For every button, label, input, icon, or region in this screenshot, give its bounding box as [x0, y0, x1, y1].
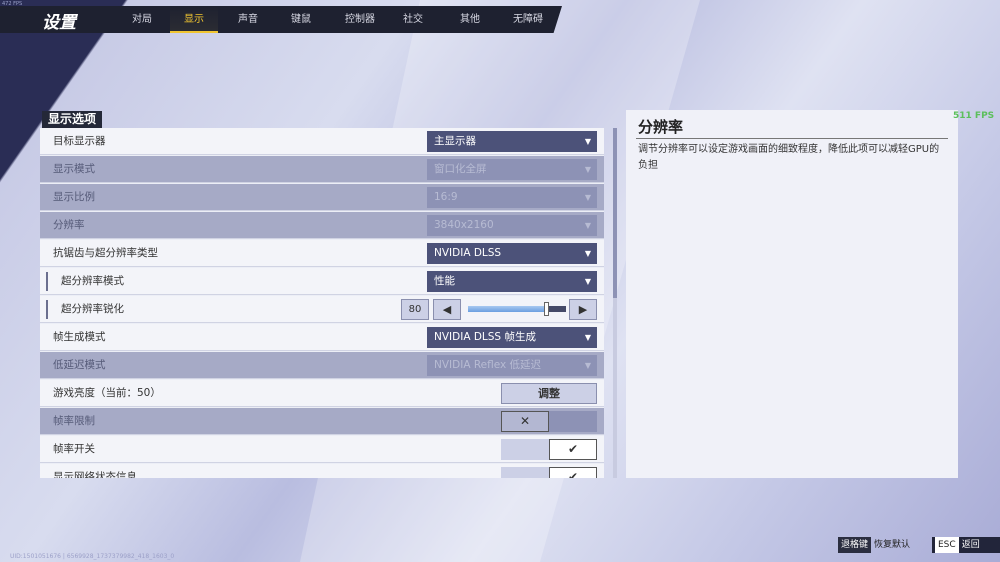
chevron-down-icon: ▼: [584, 277, 591, 286]
setting-row: 目标显示器 主显示器 ▼: [40, 128, 604, 155]
setting-label: 分辨率: [53, 219, 85, 231]
chevron-down-icon: ▼: [584, 221, 591, 230]
setting-row: 游戏亮度（当前：50） 调整: [40, 380, 604, 407]
uid-text: UID:1501051676 | 6569928_1737379982_418_…: [10, 553, 175, 560]
x-icon: ✕: [501, 411, 549, 432]
tab-4[interactable]: 控制器: [332, 6, 388, 33]
slider-handle[interactable]: [544, 302, 550, 316]
setting-dropdown: NVIDIA Reflex 低延迟 ▼: [427, 355, 597, 376]
setting-label: 超分辨率模式: [61, 275, 124, 287]
fps-counter: 511 FPS: [953, 111, 995, 121]
dropdown-value: NVIDIA Reflex 低延迟: [434, 359, 542, 371]
tab-2[interactable]: 声音: [226, 6, 270, 33]
reset-label: 恢复默认: [874, 540, 911, 550]
setting-row: 超分辨率锐化 80 ◀ ▶: [40, 296, 604, 323]
slider-track[interactable]: [468, 302, 566, 316]
setting-row: 抗锯齿与超分辨率类型 NVIDIA DLSS ▼: [40, 240, 604, 267]
setting-label: 抗锯齿与超分辨率类型: [53, 247, 158, 259]
info-description: 调节分辨率可以设定游戏画面的细致程度，降低此项可以减轻GPU的负担: [638, 144, 940, 171]
checkmark-icon: ✔: [549, 467, 597, 478]
dropdown-value: NVIDIA DLSS 帧生成: [434, 331, 536, 343]
dropdown-value: 16:9: [434, 191, 458, 203]
setting-dropdown[interactable]: NVIDIA DLSS 帧生成 ▼: [427, 327, 597, 348]
tab-3[interactable]: 键鼠: [279, 6, 323, 33]
toggle-switch[interactable]: ✔: [501, 467, 597, 478]
setting-label: 超分辨率锐化: [61, 303, 124, 315]
section-title: 显示选项: [42, 111, 103, 128]
tab-0[interactable]: 对局: [122, 6, 162, 33]
back-button[interactable]: ESC 返回: [932, 537, 1000, 553]
setting-label: 低延迟模式: [53, 359, 106, 371]
setting-label: 显示比例: [53, 191, 95, 203]
dropdown-value: 3840x2160: [434, 219, 494, 231]
chevron-down-icon: ▼: [584, 137, 591, 146]
tab-5[interactable]: 社交: [393, 6, 433, 33]
slider-fill: [468, 306, 547, 312]
setting-row: 超分辨率模式 性能 ▼: [40, 268, 604, 295]
info-panel: 分辨率 调节分辨率可以设定游戏画面的细致程度，降低此项可以减轻GPU的负担: [626, 110, 958, 478]
page-title: 设置: [42, 13, 76, 33]
setting-row: 显示模式 窗口化全屏 ▼: [40, 156, 604, 183]
setting-label: 显示网络状态信息: [53, 471, 137, 478]
setting-dropdown: 窗口化全屏 ▼: [427, 159, 597, 180]
back-label: 返回: [961, 540, 980, 550]
setting-row: 低延迟模式 NVIDIA Reflex 低延迟 ▼: [40, 352, 604, 379]
chevron-down-icon: ▼: [584, 193, 591, 202]
increase-button[interactable]: ▶: [569, 299, 597, 320]
slider-value[interactable]: 80: [401, 299, 429, 320]
setting-label: 游戏亮度（当前：50）: [53, 387, 161, 399]
chevron-down-icon: ▼: [584, 333, 591, 342]
setting-row: 显示网络状态信息 ✔: [40, 464, 604, 478]
esc-key: ESC: [935, 537, 959, 553]
toggle-switch[interactable]: ✔: [501, 439, 597, 460]
arrow-right-icon: ▶: [578, 303, 588, 316]
setting-row: 帧生成模式 NVIDIA DLSS 帧生成 ▼: [40, 324, 604, 351]
divider: [636, 138, 948, 139]
scrollbar-thumb[interactable]: [613, 128, 617, 298]
arrow-left-icon: ◀: [442, 303, 452, 316]
setting-dropdown[interactable]: 性能 ▼: [427, 271, 597, 292]
reset-key: 退格键: [838, 537, 872, 553]
reset-defaults-button[interactable]: 退格键 恢复默认: [838, 537, 910, 553]
info-title: 分辨率: [638, 118, 684, 136]
setting-label: 显示模式: [53, 163, 95, 175]
toggle-switch[interactable]: ✕: [501, 411, 597, 432]
tab-1[interactable]: 显示: [170, 6, 218, 33]
setting-row: 显示比例 16:9 ▼: [40, 184, 604, 211]
dropdown-value: NVIDIA DLSS: [434, 247, 502, 259]
setting-label: 帧率开关: [53, 443, 95, 455]
decrease-button[interactable]: ◀: [433, 299, 461, 320]
setting-label: 帧率限制: [53, 415, 95, 427]
setting-dropdown[interactable]: NVIDIA DLSS ▼: [427, 243, 597, 264]
settings-list: 目标显示器 主显示器 ▼ 显示模式 窗口化全屏 ▼ 显示比例 16:9 ▼ 分辨率 3840x216…: [40, 128, 604, 478]
tab-6[interactable]: 其他: [448, 6, 492, 33]
setting-dropdown: 3840x2160 ▼: [427, 215, 597, 236]
chevron-down-icon: ▼: [584, 249, 591, 258]
setting-label: 帧生成模式: [53, 331, 106, 343]
dropdown-value: 窗口化全屏: [434, 163, 487, 175]
chevron-down-icon: ▼: [584, 361, 591, 370]
tab-7[interactable]: 无障碍: [500, 6, 556, 33]
adjust-button[interactable]: 调整: [501, 383, 597, 404]
setting-row: 帧率开关 ✔: [40, 436, 604, 463]
dropdown-value: 主显示器: [434, 135, 476, 147]
setting-label: 目标显示器: [53, 135, 106, 147]
chevron-down-icon: ▼: [584, 165, 591, 174]
setting-dropdown[interactable]: 主显示器 ▼: [427, 131, 597, 152]
setting-dropdown: 16:9 ▼: [427, 187, 597, 208]
dropdown-value: 性能: [434, 275, 455, 287]
checkmark-icon: ✔: [549, 439, 597, 460]
setting-row: 帧率限制 ✕: [40, 408, 604, 435]
setting-row: 分辨率 3840x2160 ▼: [40, 212, 604, 239]
